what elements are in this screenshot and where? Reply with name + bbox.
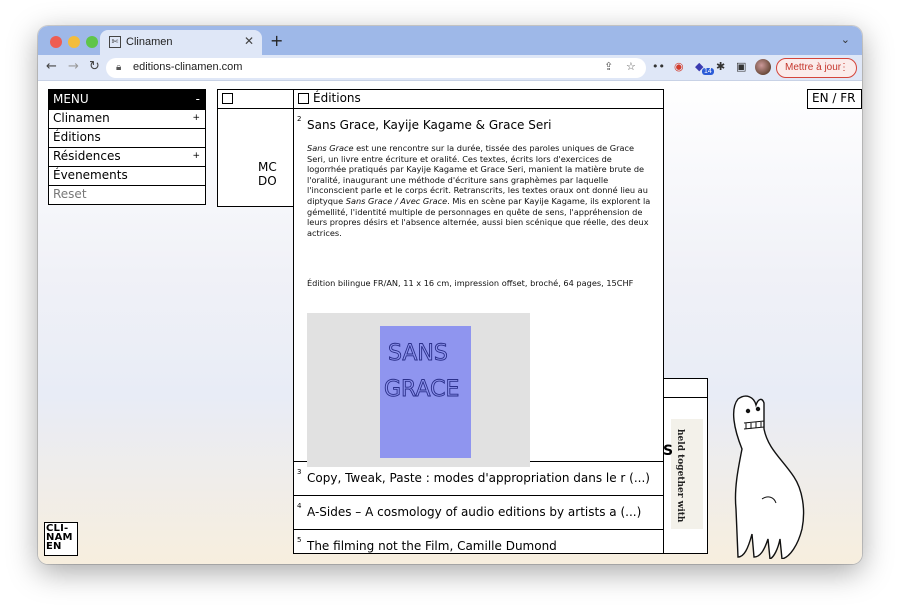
edition-entry[interactable]: 3 Copy, Tweak, Paste : modes d'appropria… — [294, 462, 663, 496]
edition-entry-open[interactable]: 2 Sans Grace, Kayije Kagame & Grace Seri… — [294, 109, 663, 467]
reload-icon[interactable]: ↻ — [89, 59, 100, 74]
tab-search-chevron-icon[interactable]: ⌄ — [841, 33, 850, 46]
tab-close-icon[interactable]: ✕ — [244, 34, 254, 48]
book-cover-image: SANS GRACE — [307, 313, 530, 467]
bookmark-star-icon[interactable]: ☆ — [626, 60, 636, 73]
opera-extension-icon[interactable]: ◉ — [674, 60, 684, 73]
sidebar-icon[interactable]: ▣ — [736, 60, 746, 73]
update-button-label: Mettre à jour — [785, 62, 842, 73]
entry-title[interactable]: The filming not the Film, Camille Dumond — [307, 539, 557, 553]
menu-minimize-button[interactable]: - — [196, 90, 200, 109]
password-key-icon[interactable]: •• — [652, 60, 665, 73]
share-icon[interactable]: ⇪ — [604, 60, 613, 73]
expand-icon[interactable]: + — [192, 110, 200, 127]
editions-window[interactable]: Éditions 2 Sans Grace, Kayije Kagame & G… — [293, 89, 664, 554]
new-tab-icon[interactable]: + — [270, 31, 283, 50]
site-menu: MENU - Clinamen + Éditions Résidences + … — [48, 89, 206, 205]
language-switcher[interactable]: EN / FR — [807, 89, 862, 109]
profile-avatar[interactable] — [755, 59, 771, 75]
partial-letter: S — [663, 443, 674, 459]
menu-header[interactable]: MENU - — [49, 90, 205, 109]
entry-number: 4 — [297, 502, 302, 510]
tab-title: Clinamen — [126, 36, 173, 48]
lock-icon[interactable]: 🔒︎ — [116, 62, 121, 73]
window-close-checkbox[interactable] — [222, 93, 233, 104]
cover-text-2: GRACE — [384, 377, 459, 402]
cover-text-1: SANS — [388, 341, 448, 366]
entry-number: 3 — [297, 468, 302, 476]
menu-item-label: Évenements — [53, 168, 128, 182]
clinamen-logo[interactable]: CLI- NAM EN — [44, 522, 78, 556]
minimize-window-button[interactable] — [68, 36, 80, 48]
menu-item-label: Clinamen — [53, 111, 110, 125]
book-spine-text: held together with — [675, 429, 685, 523]
close-window-button[interactable] — [50, 36, 62, 48]
extension-badge: 14 — [702, 68, 714, 75]
entry-title[interactable]: Sans Grace, Kayije Kagame & Grace Seri — [307, 118, 552, 132]
menu-title: MENU — [53, 92, 89, 106]
menu-item-clinamen[interactable]: Clinamen + — [49, 109, 205, 128]
back-icon[interactable]: ← — [46, 59, 57, 74]
menu-item-label: Reset — [53, 187, 87, 201]
browser-toolbar: ← → ↻ 🔒︎ editions-clinamen.com ⇪ ☆ •• ◉ … — [38, 55, 862, 81]
menu-item-editions[interactable]: Éditions — [49, 128, 205, 147]
partial-window[interactable]: held together with S — [662, 378, 708, 554]
desc-emphasis: Sans Grace / Avec Grace — [345, 195, 448, 206]
entry-number: 5 — [297, 536, 302, 544]
entry-title[interactable]: Copy, Tweak, Paste : modes d'appropriati… — [307, 471, 650, 485]
entry-specs: Édition bilingue FR/AN, 11 x 16 cm, impr… — [307, 278, 634, 288]
logo-line: EN — [46, 541, 62, 552]
background-window-text: MC DO — [258, 160, 277, 188]
browser-tab[interactable]: ✄ Clinamen ✕ — [100, 30, 262, 55]
window-close-checkbox[interactable] — [298, 93, 309, 104]
creature-drawing — [732, 395, 805, 559]
editions-titlebar[interactable]: Éditions — [294, 90, 663, 109]
edition-entry[interactable]: 4 A-Sides – A cosmology of audio edition… — [294, 496, 663, 530]
address-bar[interactable]: 🔒︎ editions-clinamen.com ⇪ ☆ — [106, 58, 646, 78]
window-titlebar[interactable] — [218, 90, 294, 109]
entry-number: 2 — [297, 115, 302, 123]
entry-title[interactable]: A-Sides – A cosmology of audio editions … — [307, 505, 641, 519]
maximize-window-button[interactable] — [86, 36, 98, 48]
background-window[interactable]: MC DO — [217, 89, 295, 207]
more-icon[interactable]: ⋮ — [839, 59, 849, 77]
entry-description: Sans Grace est une rencontre sur la duré… — [307, 143, 652, 238]
book-cover: SANS GRACE — [380, 326, 471, 458]
browser-window: ✄ Clinamen ✕ + ⌄ ← → ↻ 🔒︎ editions-clina… — [38, 26, 862, 564]
cover-handwriting: SANS GRACE — [384, 341, 460, 403]
window-titlebar[interactable] — [663, 379, 707, 398]
menu-item-reset[interactable]: Reset — [49, 185, 205, 204]
edition-entry[interactable]: 5 The filming not the Film, Camille Dumo… — [294, 530, 663, 553]
editions-title: Éditions — [313, 91, 361, 105]
forward-icon[interactable]: → — [68, 59, 79, 74]
expand-icon[interactable]: + — [192, 148, 200, 165]
update-button[interactable]: Mettre à jour ⋮ — [776, 58, 857, 78]
extensions-puzzle-icon[interactable]: ✱ — [716, 60, 725, 73]
favicon-icon: ✄ — [109, 36, 121, 48]
desc-emphasis: Sans Grace — [307, 143, 354, 153]
menu-item-label: Éditions — [53, 130, 101, 144]
tab-strip: ✄ Clinamen ✕ + ⌄ — [38, 26, 862, 55]
web-page: MENU - Clinamen + Éditions Résidences + … — [38, 81, 862, 564]
url-text: editions-clinamen.com — [133, 61, 243, 73]
menu-item-label: Résidences — [53, 149, 121, 163]
menu-item-evenements[interactable]: Évenements — [49, 166, 205, 185]
menu-item-residences[interactable]: Résidences + — [49, 147, 205, 166]
